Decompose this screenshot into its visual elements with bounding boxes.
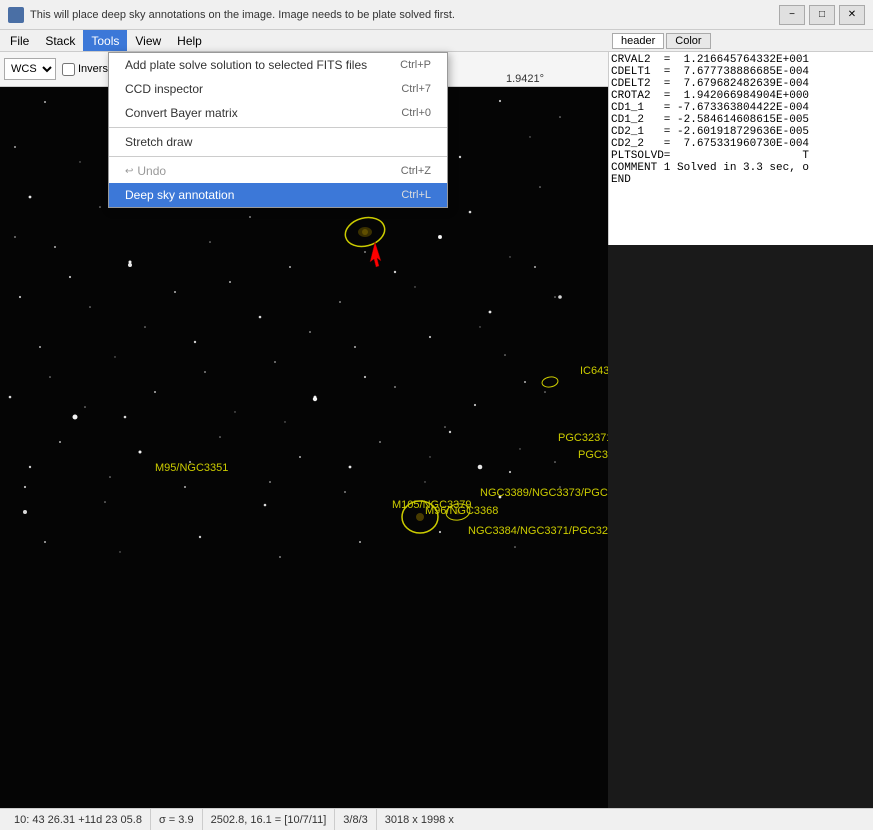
menu-stack[interactable]: Stack bbox=[37, 30, 83, 51]
ngc3389-annotation: NGC3389/NGC3373/PGC3230 bbox=[480, 487, 608, 499]
position-text: 2502.8, 16.1 = [10/7/11] bbox=[211, 814, 327, 826]
status-bar: 10: 43 26.31 +11d 23 05.8 σ = 3.9 2502.8… bbox=[0, 808, 873, 830]
fits-line-2: CDELT1 = 7.677738886685E-004 bbox=[611, 66, 871, 78]
fits-line-3: CDELT2 = 7.679682482639E-004 bbox=[611, 78, 871, 90]
deep-sky-item[interactable]: Deep sky annotation Ctrl+L bbox=[109, 183, 447, 207]
status-page: 3/8/3 bbox=[335, 809, 376, 830]
stretch-draw-item[interactable]: Stretch draw bbox=[109, 130, 447, 154]
fits-line-8: CD2_2 = 7.675331960730E-004 bbox=[611, 138, 871, 150]
menu-file[interactable]: File bbox=[2, 30, 37, 51]
tools-dropdown-menu: Add plate solve solution to selected FIT… bbox=[108, 52, 448, 208]
fits-line-10: COMMENT 1 Solved in 3.3 sec, o bbox=[611, 162, 871, 174]
menu-tools[interactable]: Tools bbox=[83, 30, 127, 51]
menu-view[interactable]: View bbox=[127, 30, 169, 51]
ngc3384-annotation: NGC3384/NGC3371/PGC32292 bbox=[468, 525, 608, 537]
convert-bayer-item[interactable]: Convert Bayer matrix Ctrl+0 bbox=[109, 101, 447, 125]
undo-shortcut: Ctrl+Z bbox=[401, 165, 431, 177]
undo-item[interactable]: ↩ Undo Ctrl+Z bbox=[109, 159, 447, 183]
pgc32-annotation: PGC32- bbox=[578, 449, 608, 461]
fits-line-1: CRVAL2 = 1.216645764332E+001 bbox=[611, 54, 871, 66]
color-button[interactable]: Color bbox=[666, 33, 710, 49]
wcs-select[interactable]: WCS bbox=[4, 58, 56, 80]
convert-bayer-shortcut: Ctrl+0 bbox=[401, 107, 431, 119]
menu-help[interactable]: Help bbox=[169, 30, 210, 51]
fits-header-panel[interactable]: CRVAL2 = 1.216645764332E+001 CDELT1 = 7.… bbox=[608, 52, 873, 245]
separator-2 bbox=[109, 156, 447, 157]
pgc32371-annotation: PGC32371/CGCG66- bbox=[558, 432, 608, 444]
add-plate-solve-shortcut: Ctrl+P bbox=[400, 59, 431, 71]
coords-text: 10: 43 26.31 +11d 23 05.8 bbox=[14, 814, 142, 826]
add-plate-solve-label: Add plate solve solution to selected FIT… bbox=[125, 58, 367, 72]
maximize-button[interactable]: □ bbox=[809, 5, 835, 25]
status-sigma: σ = 3.9 bbox=[151, 809, 203, 830]
header-tabs: header Color bbox=[608, 30, 873, 52]
header-tab-button[interactable]: header bbox=[612, 33, 664, 49]
ccd-inspector-label: CCD inspector bbox=[125, 82, 203, 96]
page-text: 3/8/3 bbox=[343, 814, 367, 826]
zoom-value: 1.9421° bbox=[506, 73, 544, 85]
deep-sky-shortcut: Ctrl+L bbox=[401, 189, 431, 201]
ccd-inspector-shortcut: Ctrl+7 bbox=[401, 83, 431, 95]
status-coords: 10: 43 26.31 +11d 23 05.8 bbox=[6, 809, 151, 830]
fits-line-11: END bbox=[611, 174, 871, 186]
fits-line-4: CROTA2 = 1.942066984904E+000 bbox=[611, 90, 871, 102]
add-plate-solve-item[interactable]: Add plate solve solution to selected FIT… bbox=[109, 53, 447, 77]
window-controls: − □ ✕ bbox=[779, 5, 865, 25]
separator-1 bbox=[109, 127, 447, 128]
fits-line-5: CD1_1 = -7.673363804422E-004 bbox=[611, 102, 871, 114]
fits-line-9: PLTSOLVD= T bbox=[611, 150, 871, 162]
ic643-annotation: IC643/PGC32392 bbox=[580, 365, 608, 377]
convert-bayer-label: Convert Bayer matrix bbox=[125, 106, 238, 120]
fits-line-7: CD2_1 = -2.601918729636E-005 bbox=[611, 126, 871, 138]
minimize-button[interactable]: − bbox=[779, 5, 805, 25]
title-bar: This will place deep sky annotations on … bbox=[0, 0, 873, 30]
dimensions-text: 3018 x 1998 x bbox=[385, 814, 454, 826]
undo-label: Undo bbox=[137, 164, 166, 178]
close-button[interactable]: ✕ bbox=[839, 5, 865, 25]
undo-icon: ↩ bbox=[125, 166, 133, 177]
m95-annotation: M95/NGC3351 bbox=[155, 462, 228, 474]
status-dimensions: 3018 x 1998 x bbox=[377, 809, 462, 830]
inverse-mouse-wheel-checkbox[interactable] bbox=[62, 63, 75, 76]
stretch-draw-label: Stretch draw bbox=[125, 135, 192, 149]
fits-line-6: CD1_2 = -2.584614608615E-005 bbox=[611, 114, 871, 126]
deep-sky-label: Deep sky annotation bbox=[125, 188, 234, 202]
sigma-text: σ = 3.9 bbox=[159, 814, 194, 826]
app-icon bbox=[8, 7, 24, 23]
ccd-inspector-item[interactable]: CCD inspector Ctrl+7 bbox=[109, 77, 447, 101]
m105-annotation: M105/NGC3379 bbox=[392, 499, 472, 511]
status-position: 2502.8, 16.1 = [10/7/11] bbox=[203, 809, 336, 830]
title-text: This will place deep sky annotations on … bbox=[30, 9, 779, 21]
